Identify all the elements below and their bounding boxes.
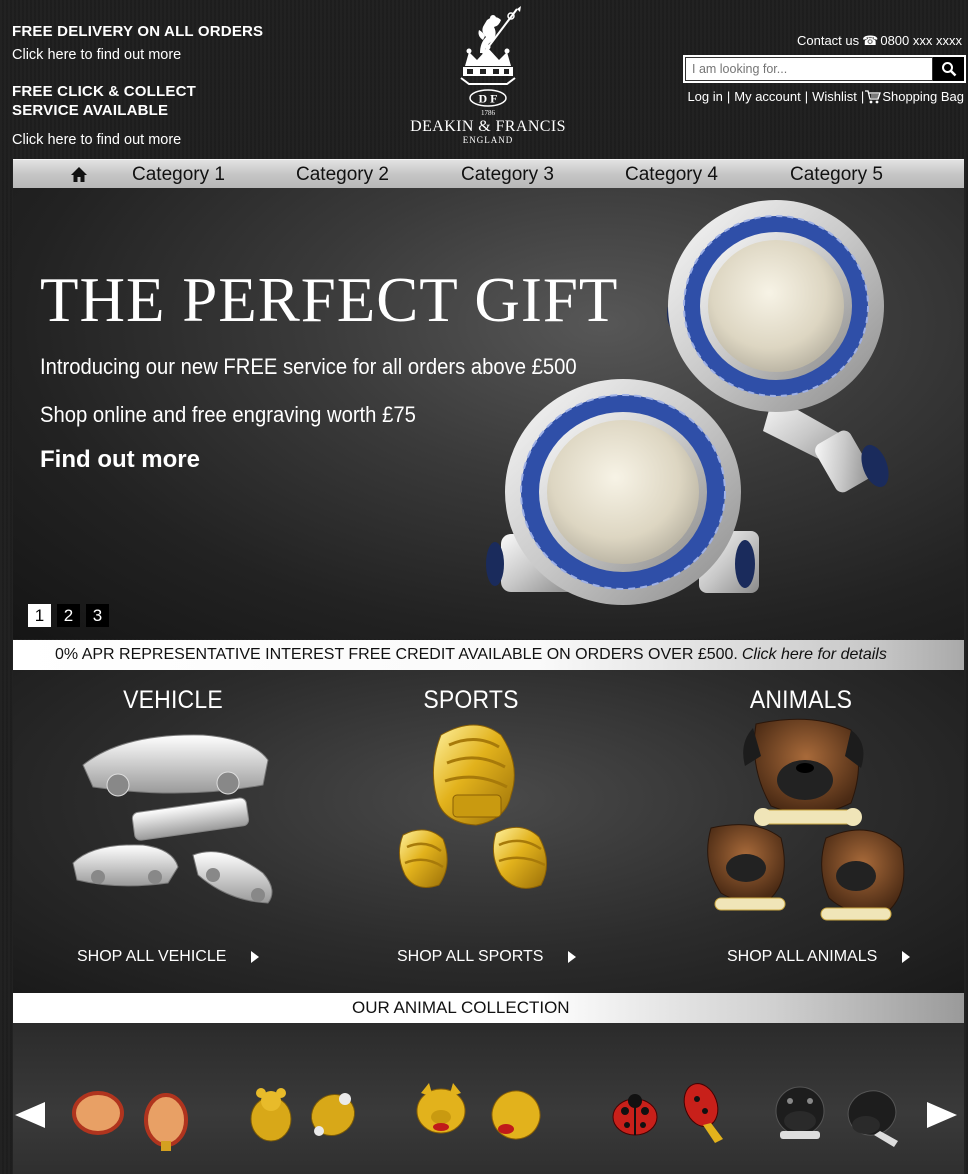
nav-category-4[interactable]: Category 4 [625, 164, 718, 186]
category-vehicle[interactable]: VEHICLE SHOP ALL VEHICLE [23, 670, 323, 993]
my-account-link[interactable]: My account [734, 89, 800, 104]
play-arrow-icon [568, 951, 577, 963]
search-box [683, 55, 966, 83]
site-header: FREE DELIVERY ON ALL ORDERS Click here t… [0, 0, 968, 158]
slide-1-button[interactable]: 1 [28, 604, 51, 627]
logo-year: 1786 [481, 109, 496, 117]
click-collect-title: FREE CLICK & COLLECT SERVICE AVAILABLE [12, 83, 196, 119]
brand-name: DEAKIN & FRANCIS [410, 118, 566, 135]
mastiff-cufflinks-image [707, 718, 905, 921]
right-arrow-icon[interactable] [925, 1100, 959, 1130]
shop-all-animals-link[interactable]: SHOP ALL ANIMALS [727, 948, 911, 966]
home-icon[interactable] [70, 166, 88, 183]
hero-subtitle-2: Shop online and free engraving worth £75 [40, 402, 416, 427]
click-collect-link[interactable]: Click here to find out more [12, 131, 232, 150]
play-arrow-icon [902, 951, 911, 963]
category-title: VEHICLE [123, 686, 223, 714]
category-animals[interactable]: ANIMALS SHOP ALL ANIMALS [651, 670, 951, 993]
collection-item-hippo-cufflinks[interactable] [770, 1081, 905, 1153]
credit-details-link[interactable]: Click here for details [742, 646, 887, 664]
crest-icon: D F 1786 [460, 6, 521, 117]
cart-icon[interactable] [865, 89, 882, 104]
collection-item-bee-cufflinks[interactable] [241, 1081, 366, 1151]
category-title: ANIMALS [749, 686, 853, 714]
hero-subtitle-1: Introducing our new FREE service for all… [40, 354, 577, 379]
collection-item-pig-cufflinks[interactable] [411, 1081, 551, 1151]
contact-label[interactable]: Contact us [797, 33, 859, 48]
credit-text: 0% APR REPRESENTATIVE INTEREST FREE CRED… [55, 646, 738, 663]
shop-all-vehicle-label: SHOP ALL VEHICLE [77, 948, 227, 965]
shopping-bag-link[interactable]: Shopping Bag [882, 89, 964, 104]
wishlist-link[interactable]: Wishlist [812, 89, 857, 104]
site-logo[interactable]: D F 1786 DEAKIN & FRANCIS ENGLAND [398, 6, 578, 154]
search-button[interactable] [933, 57, 964, 81]
monogram-text: D F [479, 92, 498, 106]
separator: | [860, 89, 865, 104]
credit-banner[interactable]: 0% APR REPRESENTATIVE INTEREST FREE CRED… [13, 640, 964, 670]
collection-heading-bar: OUR ANIMAL COLLECTION [13, 993, 964, 1023]
phone-icon: ☎ [862, 33, 879, 48]
contact-info[interactable]: Contact us ☎ 0800 xxx xxxx [797, 33, 962, 49]
nav-category-1[interactable]: Category 1 [132, 164, 225, 186]
hero-find-out-more-link[interactable]: Find out more [40, 446, 200, 474]
collection-item-ladybird-cufflinks[interactable] [605, 1079, 730, 1149]
shop-all-animals-label: SHOP ALL ANIMALS [727, 948, 878, 965]
car-cufflinks-image [72, 734, 273, 904]
category-sports[interactable]: SPORTS SHOP ALL SPORTS [321, 670, 621, 993]
golf-glove-cufflinks-image [399, 724, 547, 889]
left-arrow-icon[interactable] [13, 1100, 47, 1130]
category-title: SPORTS [423, 686, 519, 714]
brand-country: ENGLAND [462, 135, 514, 145]
free-delivery-promo: FREE DELIVERY ON ALL ORDERS Click here t… [12, 22, 263, 65]
account-links: Log in | My account | Wishlist | Shopping B… [687, 89, 964, 104]
collection-title: OUR ANIMAL COLLECTION [352, 998, 570, 1017]
main-nav: Category 1 Category 2 Category 3 Categor… [13, 159, 964, 188]
shop-all-sports-link[interactable]: SHOP ALL SPORTS [397, 948, 577, 966]
shop-all-vehicle-link[interactable]: SHOP ALL VEHICLE [77, 948, 260, 966]
phone-number: 0800 xxx xxxx [880, 33, 962, 48]
animal-collection-carousel [13, 1023, 964, 1174]
collection-item-oval-cufflinks[interactable] [71, 1078, 191, 1153]
hero-title: THE PERFECT GIFT [40, 265, 619, 335]
search-icon [941, 62, 956, 77]
login-link[interactable]: Log in [687, 89, 722, 104]
slide-3-button[interactable]: 3 [86, 604, 109, 627]
sapphire-cufflinks-image [486, 200, 889, 605]
hero-banner[interactable]: THE PERFECT GIFT Introducing our new FRE… [13, 188, 964, 639]
shop-all-sports-label: SHOP ALL SPORTS [397, 948, 544, 965]
nav-category-5[interactable]: Category 5 [790, 164, 883, 186]
free-delivery-link[interactable]: Click here to find out more [12, 46, 263, 65]
click-collect-promo: FREE CLICK & COLLECT SERVICE AVAILABLE C… [12, 82, 232, 150]
slide-2-button[interactable]: 2 [57, 604, 80, 627]
nav-category-3[interactable]: Category 3 [461, 164, 554, 186]
play-arrow-icon [251, 951, 260, 963]
separator: | [804, 89, 809, 104]
search-input[interactable] [685, 57, 933, 81]
nav-category-2[interactable]: Category 2 [296, 164, 389, 186]
slider-pagination: 1 2 3 [28, 604, 109, 627]
separator: | [726, 89, 731, 104]
category-showcase: VEHICLE SHOP ALL VEHICLE SPORTS SHOP ALL… [13, 670, 964, 993]
free-delivery-title: FREE DELIVERY ON ALL ORDERS [12, 23, 264, 40]
